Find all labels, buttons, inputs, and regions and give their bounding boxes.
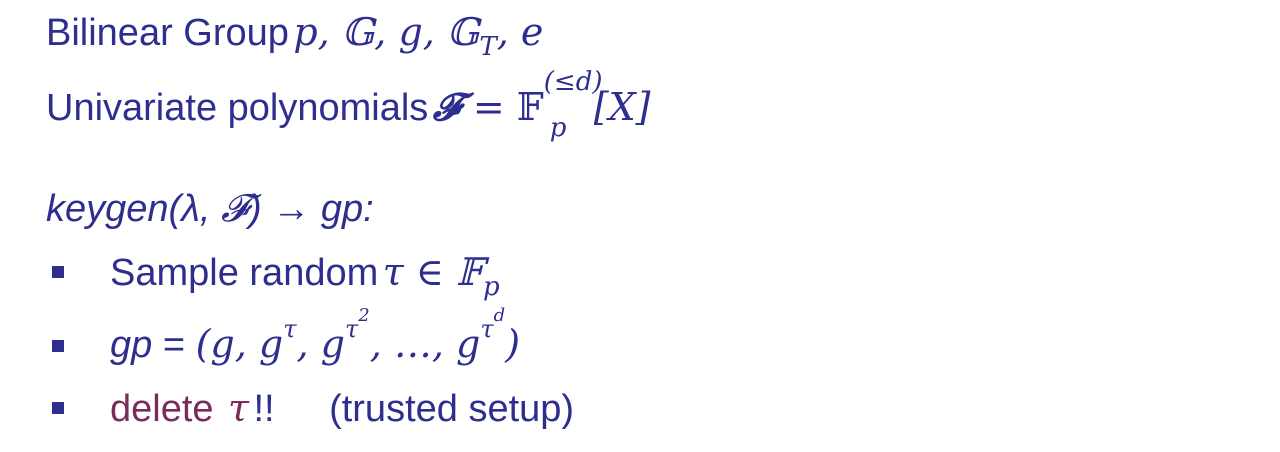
bullet-sample-random: Sample random τ ∈ 𝔽p (110, 250, 500, 302)
bilinear-group-line: Bilinear Group p, 𝔾, g, 𝔾T, e (46, 10, 544, 62)
bullet-gp: gp = (g, gτ, gτ2, …, gτd) (110, 305, 521, 366)
bilinear-group-math: p, 𝔾, g, 𝔾T, e (293, 10, 544, 62)
bullet-marker (52, 402, 64, 414)
bullet-delete: delete τ !! (trusted setup) (110, 386, 575, 430)
keygen-text: keygen(λ, 𝓕) → gp: (46, 188, 374, 230)
polynomials-math: 𝓕 = 𝔽 (≤d) p [X] (432, 67, 651, 143)
polynomials-line: Univariate polynomials 𝓕 = 𝔽 (≤d) p [X] (46, 67, 651, 143)
bullet-marker (52, 340, 64, 352)
bilinear-group-label: Bilinear Group (46, 12, 289, 54)
polynomials-label: Univariate polynomials (46, 87, 429, 129)
bullet-marker (52, 266, 64, 278)
keygen-line: keygen(λ, 𝓕) → gp: (46, 188, 374, 231)
